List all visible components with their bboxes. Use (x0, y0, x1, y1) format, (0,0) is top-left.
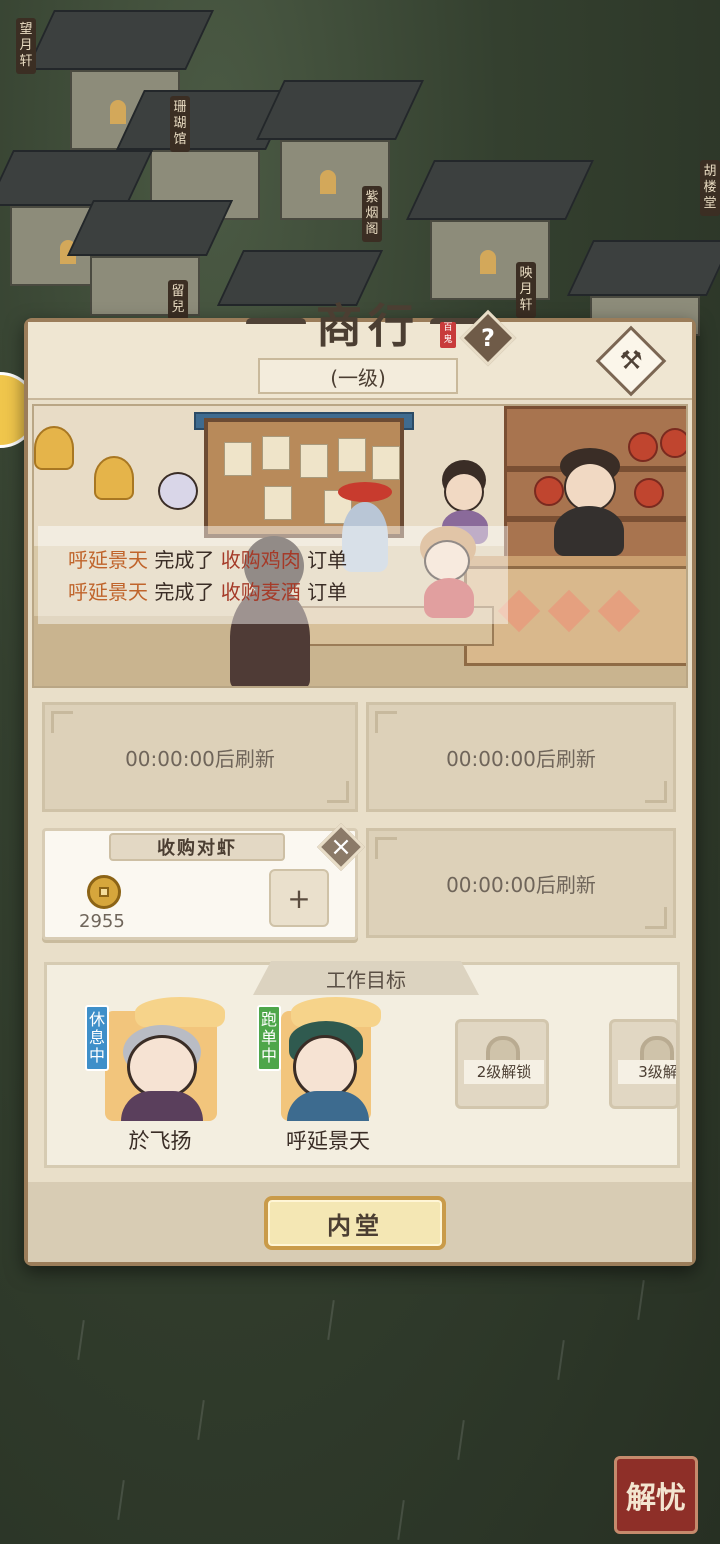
order-slot-empty[interactable]: 00:00:00后刷新 (366, 828, 676, 938)
log-worker-name: 呼延景天 (68, 548, 148, 572)
log-order-name: 收购麦酒 (220, 580, 301, 604)
log-entry: 呼延景天 完成了 收购麦酒 订单 (68, 576, 508, 608)
log-tail: 订单 (300, 548, 348, 572)
level-label: (一级) (258, 358, 458, 394)
trading-house-panel: 商行 百鬼 ? (一级) ⚒ 呼延景天 完成了 收购鸡肉 订单 呼延景天 完成了… (24, 299, 696, 1266)
refresh-timer: 00:00:00后刷新 (446, 872, 596, 897)
inner-hall-button[interactable]: 内堂 (264, 1196, 446, 1250)
work-targets-section: 工作目标 休息中 於飞扬 跑单中 呼延景天 2级解锁 3级解 (44, 961, 680, 1168)
log-verb: 完成了 (148, 580, 221, 604)
worker-name: 於飞扬 (128, 1129, 192, 1153)
worker-portrait (281, 997, 381, 1121)
log-order-name: 收购鸡肉 (220, 548, 301, 572)
unlock-requirement: 2级解锁 (464, 1060, 544, 1084)
title-banner: 商行 (238, 288, 498, 358)
coin-icon (87, 875, 121, 909)
worker-portrait (105, 997, 225, 1121)
order-title: 收购对虾 (109, 833, 285, 861)
town-sign: 望月轩 (16, 18, 36, 74)
town-sign: 胡楼堂 (700, 160, 720, 216)
worker-status-badge: 休息中 (85, 1005, 109, 1071)
town-sign: 紫烟阁 (362, 186, 382, 242)
worker-card[interactable]: 休息中 於飞扬 (85, 997, 225, 1155)
panel-title: 商行 (316, 299, 420, 353)
log-verb: 完成了 (148, 548, 221, 572)
locked-worker-slot[interactable]: 2级解锁 (455, 1019, 549, 1109)
hammer-icon: ⚒ (619, 346, 643, 376)
log-tail: 订单 (300, 580, 348, 604)
worker-card[interactable]: 跑单中 呼延景天 (257, 997, 397, 1155)
worker-name: 呼延景天 (286, 1129, 370, 1153)
order-slot-empty[interactable]: 00:00:00后刷新 (42, 702, 358, 812)
refresh-timer: 00:00:00后刷新 (446, 746, 596, 771)
close-icon: × (330, 832, 352, 862)
town-sign: 珊瑚馆 (170, 96, 190, 152)
order-log: 呼延景天 完成了 收购鸡肉 订单 呼延景天 完成了 收购麦酒 订单 (38, 526, 508, 624)
upgrade-button[interactable]: ⚒ (595, 325, 667, 397)
assign-worker-button[interactable]: + (269, 869, 329, 927)
seal-stamp: 百鬼 (440, 322, 456, 348)
shop-scene-illustration: 呼延景天 完成了 收购鸡肉 订单 呼延景天 完成了 收购麦酒 订单 (32, 404, 688, 688)
town-sign: 留兒 (168, 280, 188, 320)
locked-worker-slot[interactable]: 3级解 (609, 1019, 679, 1109)
unlock-requirement: 3级解 (618, 1060, 676, 1084)
panel-header: 商行 百鬼 ? (一级) ⚒ (28, 299, 692, 400)
town-sign: 映月轩 (516, 262, 536, 318)
worker-status-badge: 跑单中 (257, 1005, 281, 1071)
log-entry: 呼延景天 完成了 收购鸡肉 订单 (68, 544, 508, 576)
helper-badge-button[interactable]: 解忧 (614, 1456, 698, 1534)
work-targets-title: 工作目标 (253, 961, 479, 995)
order-card[interactable]: 收购对虾 2955 + (42, 828, 358, 940)
order-reward-amount: 2955 (79, 911, 125, 932)
order-slot-empty[interactable]: 00:00:00后刷新 (366, 702, 676, 812)
title-left-ornament (246, 318, 306, 328)
log-worker-name: 呼延景天 (68, 580, 148, 604)
refresh-timer: 00:00:00后刷新 (125, 746, 275, 771)
help-icon: ? (481, 324, 495, 352)
